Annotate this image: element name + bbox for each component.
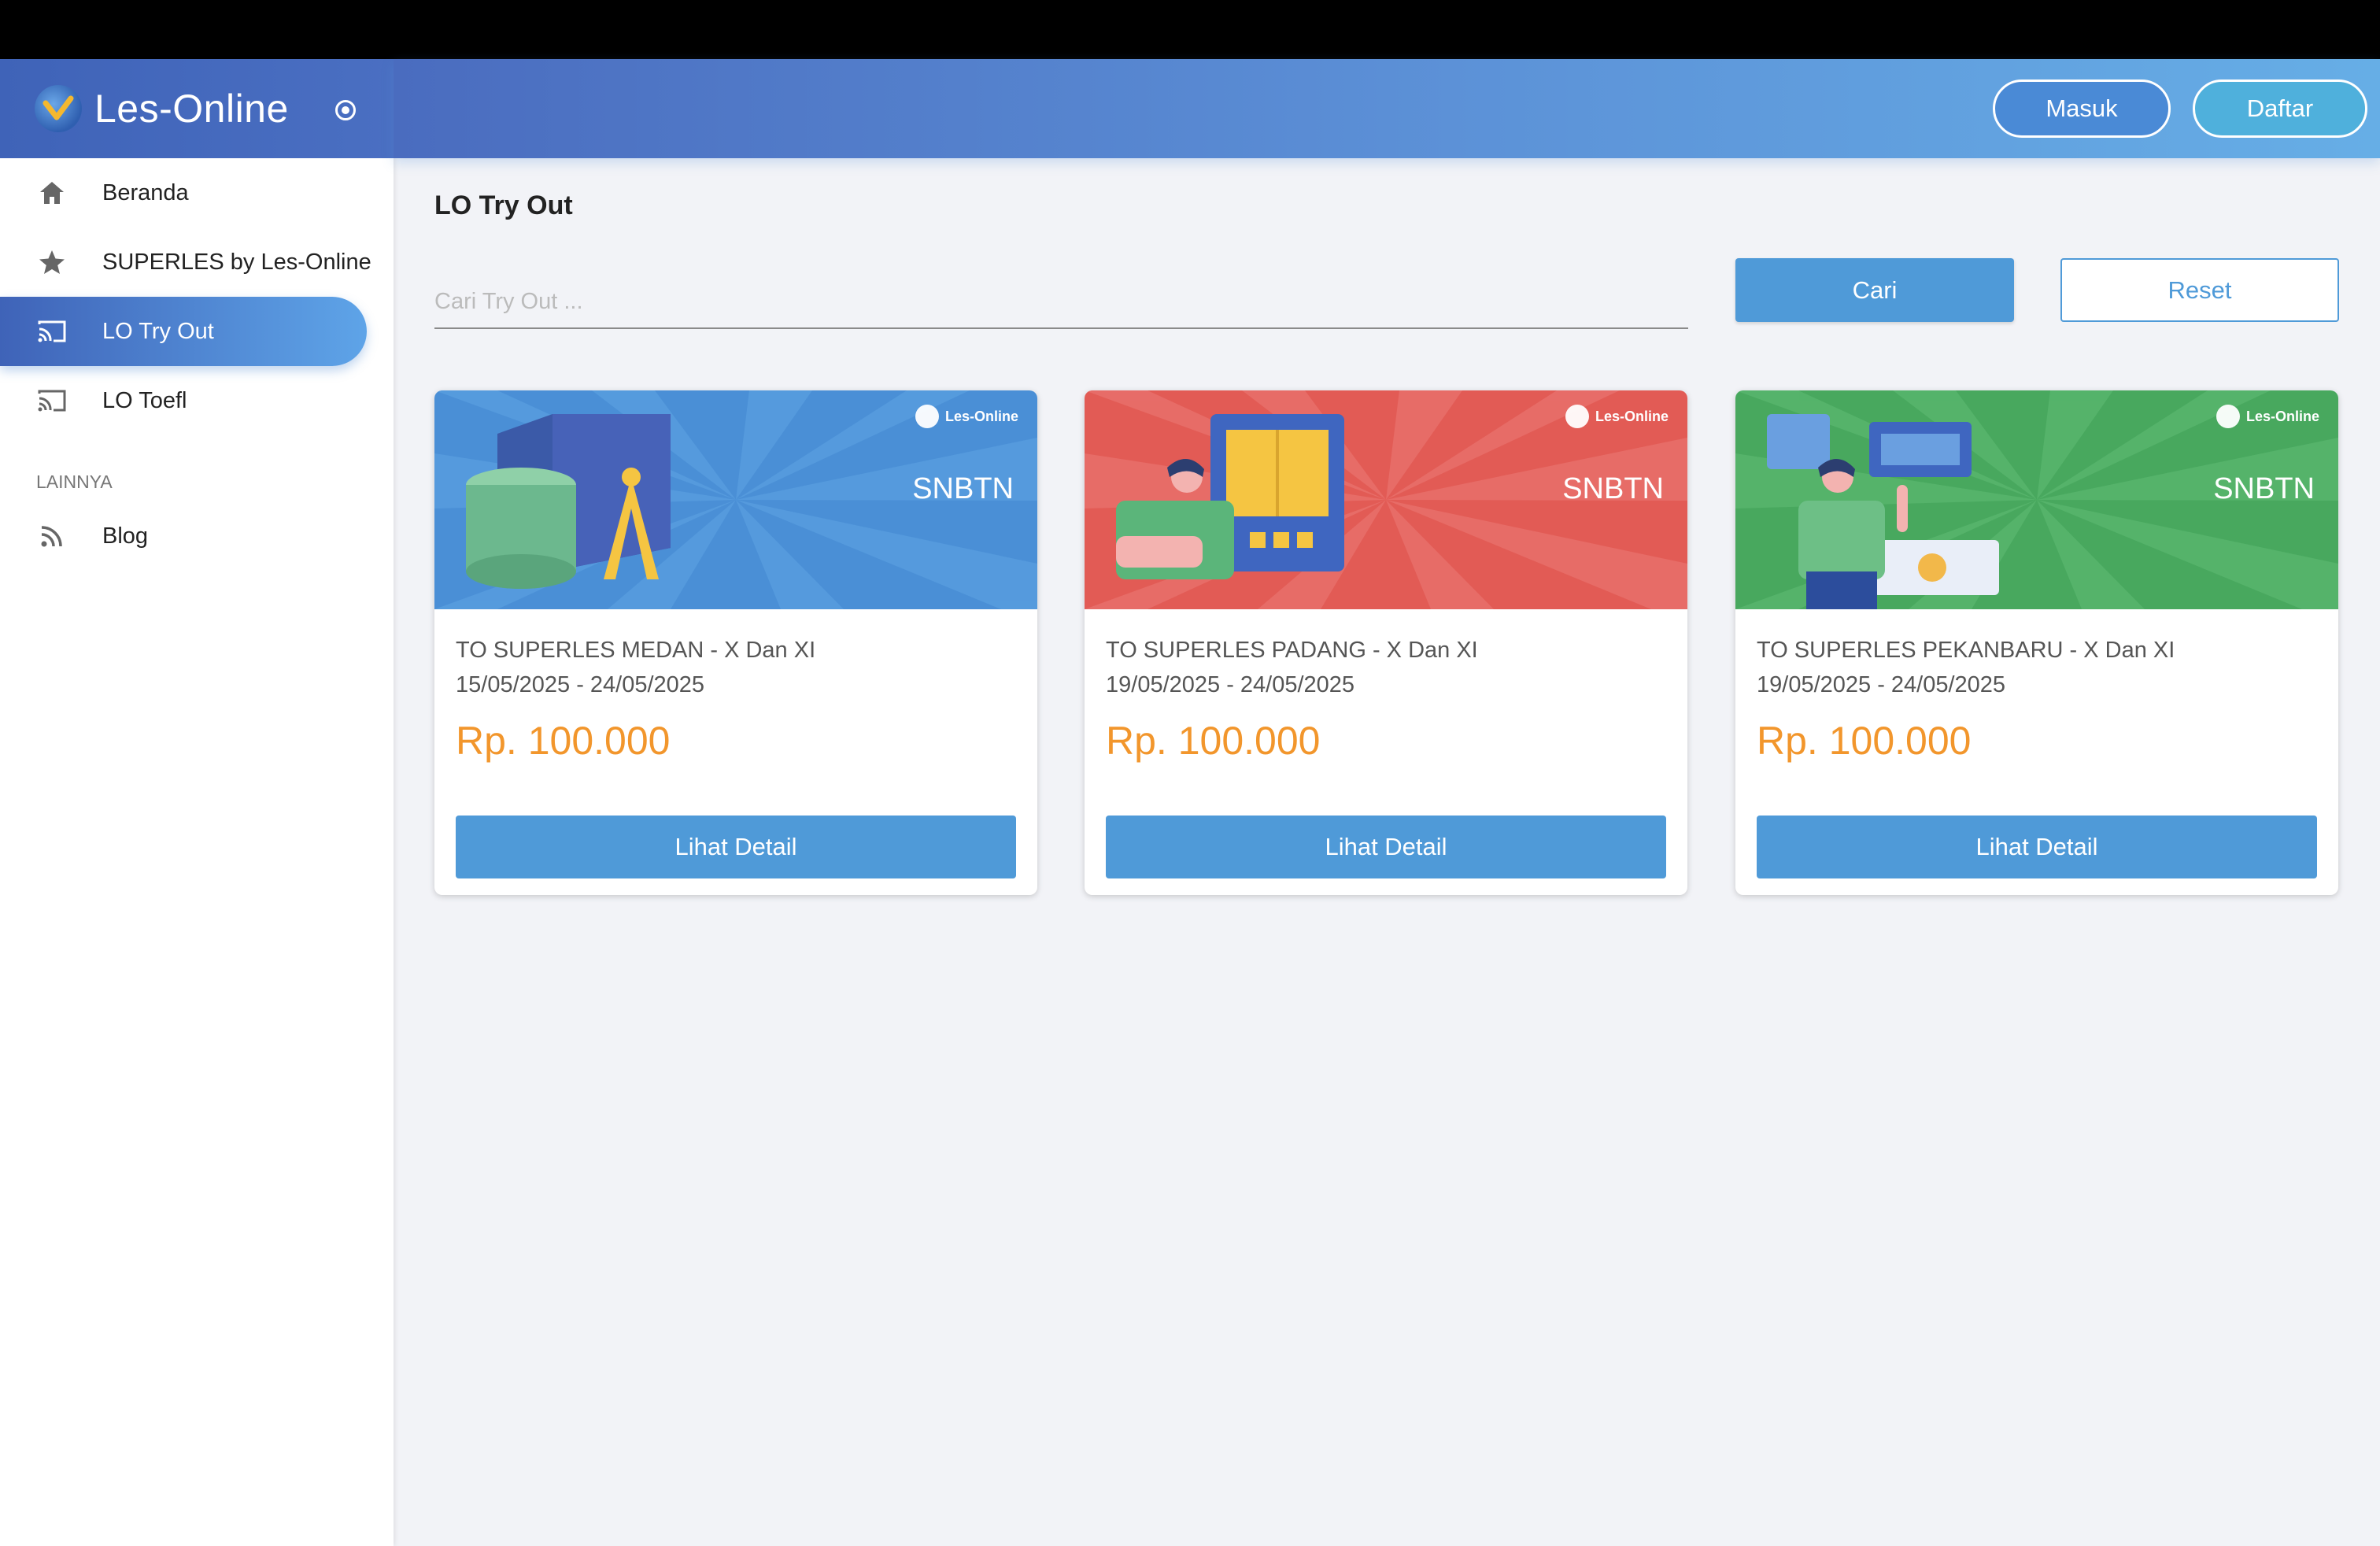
sidebar-toggle-icon[interactable] (335, 100, 356, 120)
brand-bar[interactable]: Les-Online (0, 59, 394, 158)
sidebar-item-lo-try-out[interactable]: LO Try Out (0, 297, 367, 366)
card-title: TO SUPERLES PADANG - X Dan XI (1106, 638, 1478, 663)
les-online-logo-icon (1565, 405, 1589, 428)
card-tag: SNBTN (1562, 472, 1664, 505)
top-header: Masuk Daftar (394, 59, 2380, 158)
les-online-logo-icon (915, 405, 939, 428)
card-date: 19/05/2025 - 24/05/2025 (1106, 672, 1355, 697)
login-button[interactable]: Masuk (1993, 80, 2171, 138)
card-price: Rp. 100.000 (1757, 719, 1972, 763)
sidebar-item-label: Blog (102, 523, 149, 549)
card-date: 15/05/2025 - 24/05/2025 (456, 672, 705, 697)
sidebar-item-beranda[interactable]: Beranda (0, 158, 394, 227)
les-online-logo-icon (35, 85, 82, 132)
card-tag: SNBTN (2213, 472, 2315, 505)
detail-button[interactable]: Lihat Detail (1757, 816, 2317, 878)
cast-icon (35, 314, 69, 349)
card-tag: SNBTN (912, 472, 1014, 505)
window-top-bar (0, 0, 2380, 59)
sidebar-nav: Beranda SUPERLES by Les-Online LO Try Ou… (0, 158, 394, 435)
card-banner: Les-Online SNBTN (1735, 390, 2338, 609)
card-banner: Les-Online SNBTN (1085, 390, 1687, 609)
detail-button[interactable]: Lihat Detail (456, 816, 1016, 878)
rss-icon (35, 519, 69, 553)
card-price: Rp. 100.000 (1106, 719, 1321, 763)
cast-icon (35, 383, 69, 418)
home-icon (35, 176, 69, 210)
sidebar-section-label: LAINNYA (36, 472, 113, 492)
sidebar-item-superles[interactable]: SUPERLES by Les-Online (0, 227, 394, 297)
sidebar-nav-extra: Blog (0, 501, 394, 571)
sidebar-item-label: Beranda (102, 179, 189, 205)
search-button[interactable]: Cari (1735, 258, 2014, 322)
sidebar-item-label: LO Toefl (102, 387, 187, 413)
star-icon (35, 245, 69, 279)
sidebar-item-label: SUPERLES by Les-Online (102, 249, 371, 275)
card-brand-label: Les-Online (944, 408, 1018, 424)
card-price: Rp. 100.000 (456, 719, 671, 763)
sidebar-item-label: LO Try Out (102, 318, 214, 344)
card-brand-logo: Les-Online (2216, 405, 2319, 428)
card-date: 19/05/2025 - 24/05/2025 (1757, 672, 2006, 697)
tryout-card[interactable]: Les-Online SNBTN TO SUPERLES PADANG - X … (1085, 390, 1687, 895)
search-input[interactable] (434, 276, 1688, 329)
card-brand-label: Les-Online (2245, 408, 2319, 424)
card-title: TO SUPERLES PEKANBARU - X Dan XI (1757, 638, 2175, 663)
register-button[interactable]: Daftar (2193, 80, 2367, 138)
card-banner: Les-Online SNBTN (434, 390, 1037, 609)
sidebar-item-blog[interactable]: Blog (0, 501, 394, 571)
les-online-logo-icon (2216, 405, 2240, 428)
reset-button[interactable]: Reset (2060, 258, 2339, 322)
page-title: LO Try Out (434, 190, 573, 220)
detail-button[interactable]: Lihat Detail (1106, 816, 1666, 878)
tryout-card[interactable]: Les-Online SNBTN TO SUPERLES MEDAN - X D… (434, 390, 1037, 895)
sidebar-item-lo-toefl[interactable]: LO Toefl (0, 366, 394, 435)
card-brand-logo: Les-Online (915, 405, 1018, 428)
sidebar: Les-Online Beranda SUPERLES by Les-Onlin… (0, 59, 394, 1546)
tryout-card[interactable]: Les-Online SNBTN TO SUPERLES PEKANBARU -… (1735, 390, 2338, 895)
brand-name: Les-Online (94, 87, 289, 131)
card-brand-logo: Les-Online (1565, 405, 1669, 428)
card-brand-label: Les-Online (1595, 408, 1669, 424)
card-title: TO SUPERLES MEDAN - X Dan XI (456, 638, 816, 663)
